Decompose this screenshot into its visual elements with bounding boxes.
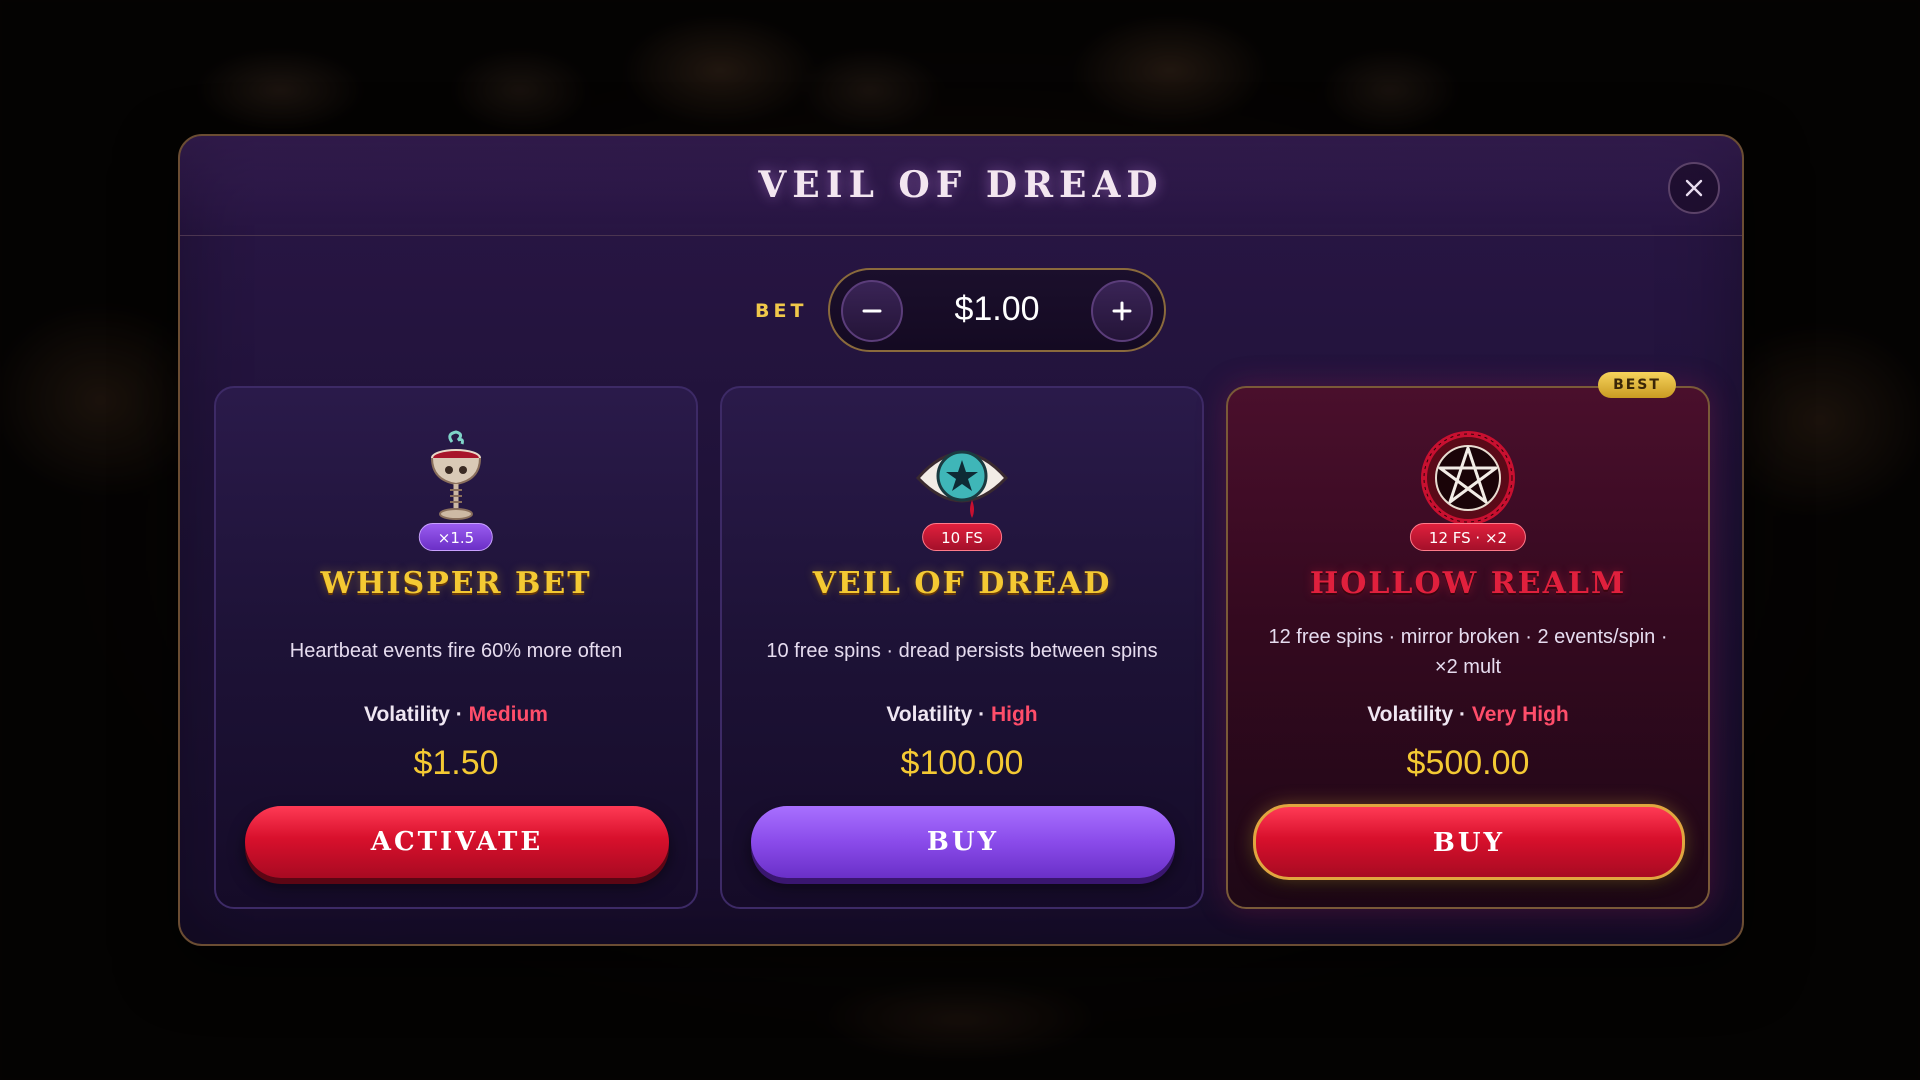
volatility-label: Volatility · bbox=[1367, 703, 1467, 726]
bonus-card-whisper-bet: ×1.5 Whisper Bet Heartbeat events fire 6… bbox=[214, 386, 698, 909]
card-title: Hollow Realm bbox=[1309, 566, 1627, 601]
buy-button[interactable]: Buy bbox=[1253, 804, 1685, 880]
close-icon bbox=[1685, 179, 1703, 197]
card-price: $1.50 bbox=[413, 744, 499, 782]
bet-row: BET $1.00 bbox=[180, 268, 1742, 352]
free-spins-tag: 10 FS bbox=[922, 523, 1002, 551]
plus-icon bbox=[1112, 301, 1132, 321]
volatility-value: Medium bbox=[468, 703, 548, 726]
card-description: 10 free spins · dread persists between s… bbox=[766, 640, 1158, 662]
bonus-buy-modal: Veil of Dread BET $1.00 bbox=[178, 134, 1744, 946]
activate-button[interactable]: Activate bbox=[245, 806, 669, 878]
modal-title: Veil of Dread bbox=[758, 164, 1164, 206]
volatility-label: Volatility · bbox=[364, 703, 463, 726]
bonus-card-veil-of-dread: 10 FS Veil of Dread 10 free spins · drea… bbox=[720, 386, 1204, 909]
eye-icon bbox=[915, 450, 1009, 518]
card-price: $500.00 bbox=[1406, 744, 1530, 782]
increase-bet-button[interactable] bbox=[1091, 280, 1153, 342]
card-title: Whisper Bet bbox=[320, 566, 592, 601]
bet-label: BET bbox=[755, 300, 808, 322]
volatility-value: High bbox=[990, 703, 1038, 726]
card-description: 12 free spins · mirror broken · 2 events… bbox=[1268, 626, 1668, 678]
bonus-card-hollow-realm: BEST 12 FS · ×2 Hollow Realm 12 free spi… bbox=[1226, 372, 1710, 909]
buy-button[interactable]: Buy bbox=[751, 806, 1175, 878]
volatility-value: Very High bbox=[1471, 703, 1569, 726]
best-badge: BEST bbox=[1598, 372, 1676, 398]
card-title: Veil of Dread bbox=[812, 566, 1112, 601]
card-price: $100.00 bbox=[900, 744, 1024, 782]
free-spins-tag: 12 FS · ×2 bbox=[1409, 523, 1527, 551]
volatility-label: Volatility · bbox=[886, 703, 986, 726]
pentagram-icon bbox=[1421, 431, 1515, 525]
modal-header: Veil of Dread bbox=[180, 136, 1742, 236]
volatility-line: Volatility · Very High bbox=[1228, 703, 1708, 727]
close-button[interactable] bbox=[1668, 162, 1720, 214]
bet-stepper: $1.00 bbox=[828, 268, 1166, 352]
volatility-line: Volatility · Medium bbox=[216, 703, 696, 727]
multiplier-tag: ×1.5 bbox=[418, 523, 494, 551]
card-description: Heartbeat events fire 60% more often bbox=[289, 640, 623, 662]
chalice-icon bbox=[431, 430, 481, 520]
volatility-line: Volatility · High bbox=[722, 703, 1202, 727]
